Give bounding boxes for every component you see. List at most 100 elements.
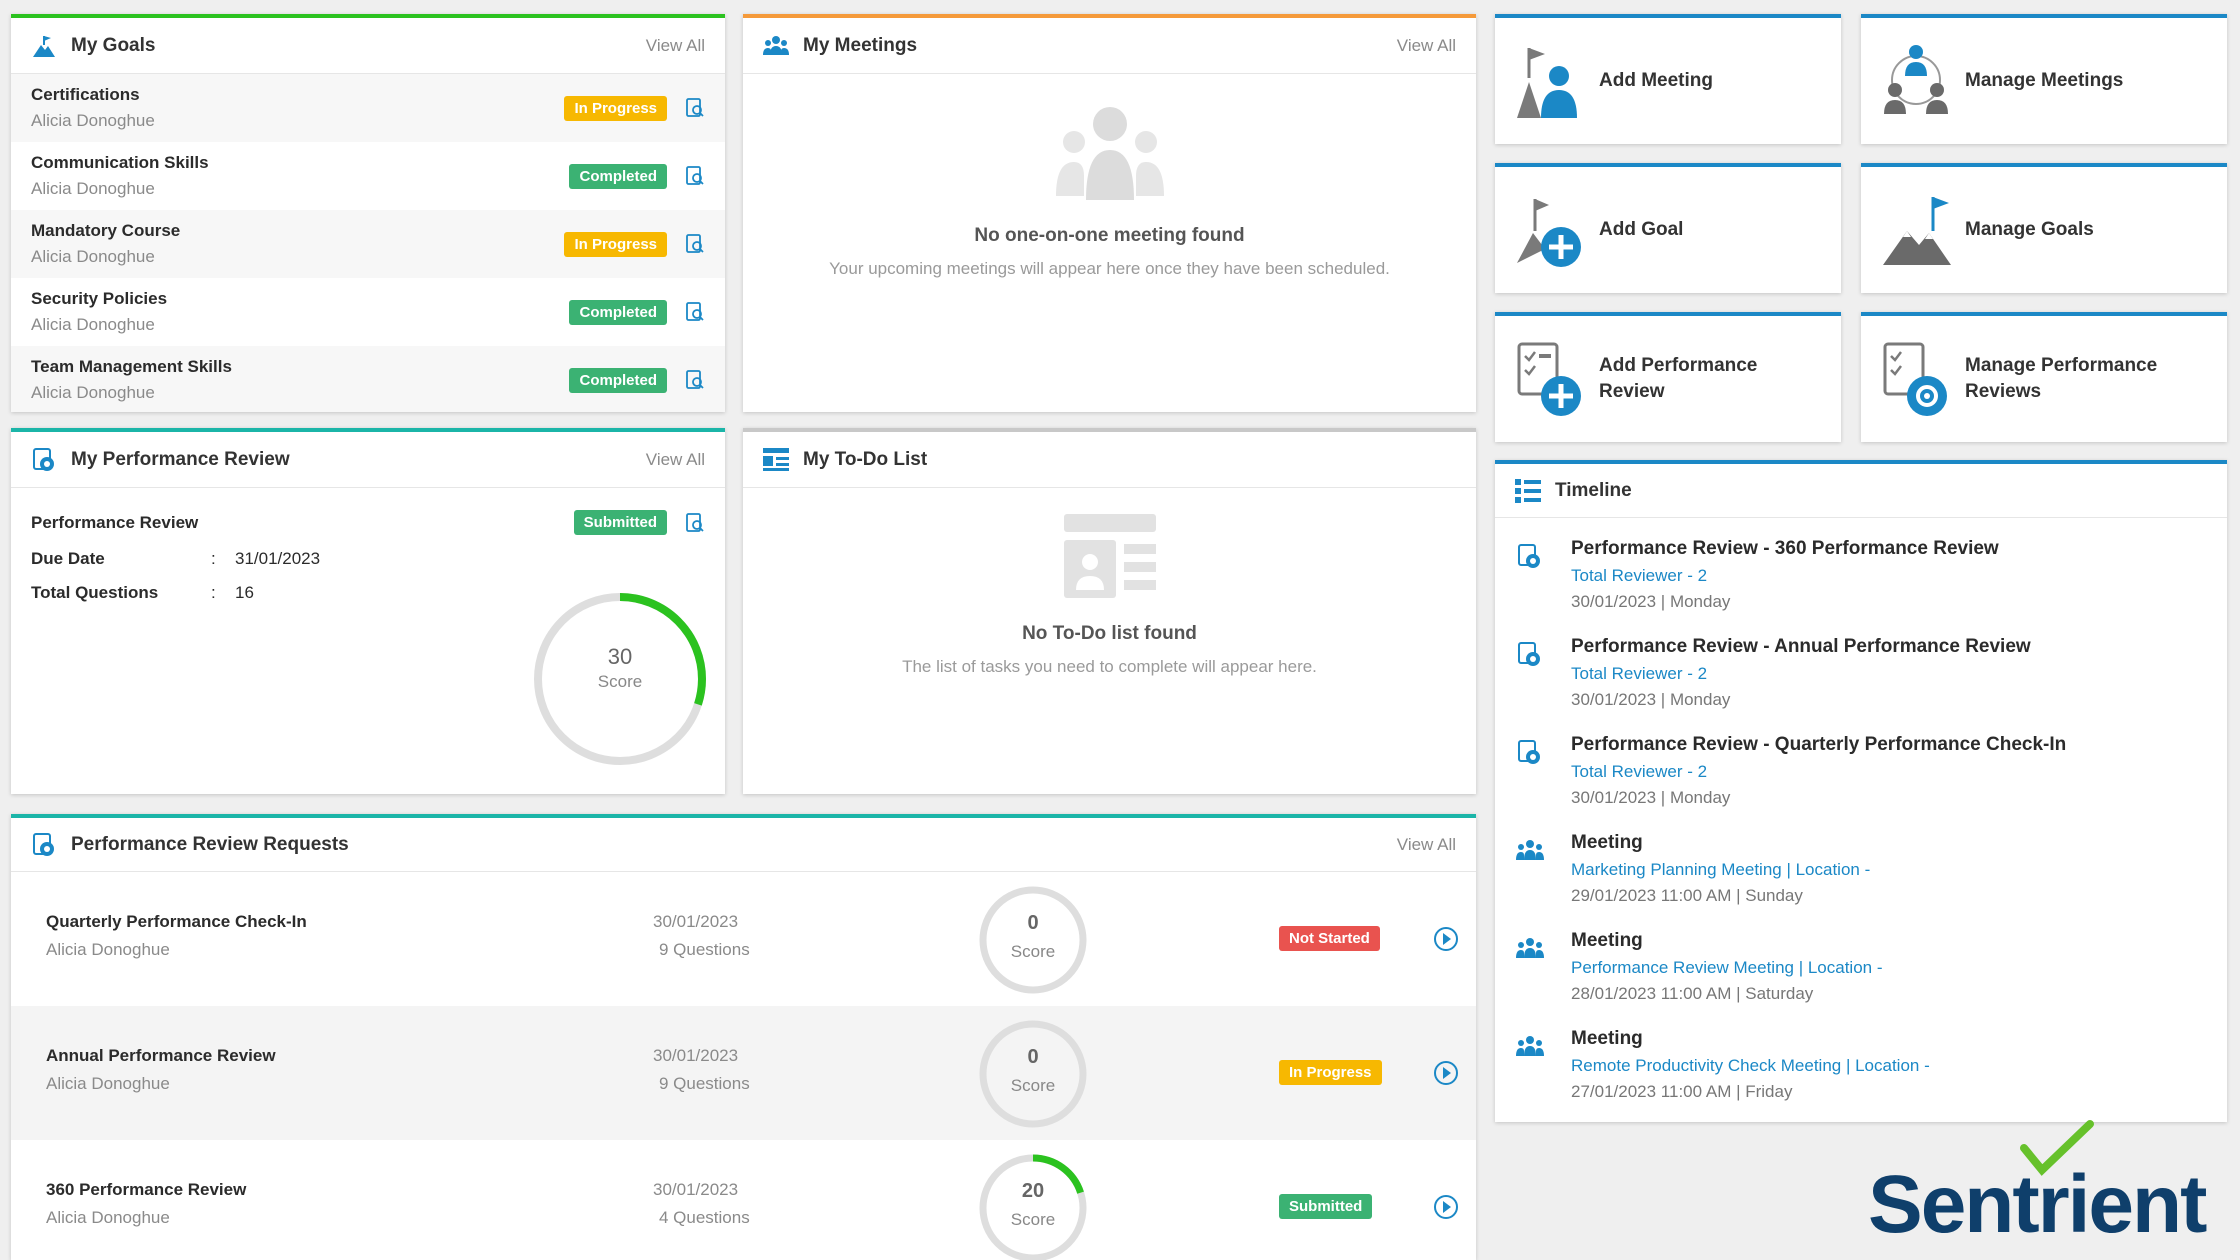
timeline-item-date: 30/01/2023 | Monday <box>1571 592 1731 611</box>
todo-empty-subtitle: The list of tasks you need to complete w… <box>902 657 1317 676</box>
manage-reviews-icon <box>1883 342 1947 416</box>
goal-row[interactable]: Team Management Skills Alicia Donoghue Com… <box>11 346 725 412</box>
goal-name: Communication Skills <box>31 153 209 172</box>
review-doc-icon <box>31 447 57 473</box>
manage-meetings-tile[interactable]: Manage Meetings <box>1861 14 2227 144</box>
request-owner: Alicia Donoghue <box>46 940 170 959</box>
due-date-row: Due Date : 31/01/2023 <box>31 549 705 569</box>
review-doc-icon <box>1518 642 1540 666</box>
timeline-item: Meeting Performance Review Meeting | Loca… <box>1495 930 2227 1028</box>
add-performance-review-tile[interactable]: Add Performance Review <box>1495 312 1841 442</box>
meetings-view-all-link[interactable]: View All <box>1397 36 1456 56</box>
manage-meetings-icon <box>1884 45 1948 114</box>
my-performance-review-header: My Performance Review View All <box>11 432 725 488</box>
review-score-label: Score <box>597 672 643 691</box>
add-goal-icon <box>1517 199 1581 267</box>
timeline-item-date: 30/01/2023 | Monday <box>1571 690 1731 709</box>
review-score-value: 30 <box>607 644 633 669</box>
review-requests-header: Performance Review Requests View All <box>11 818 1476 872</box>
due-date-label: Due Date <box>31 549 105 568</box>
timeline-item-link[interactable]: Remote Productivity Check Meeting | Loca… <box>1571 1056 1930 1076</box>
timeline-item-date: 28/01/2023 11:00 AM | Saturday <box>1571 984 1814 1003</box>
timeline-item-title: Performance Review - 360 Performance Rev… <box>1571 538 1999 559</box>
add-meeting-tile[interactable]: Add Meeting <box>1495 14 1841 144</box>
request-name: Quarterly Performance Check-In <box>46 912 307 931</box>
view-review-icon[interactable] <box>685 512 705 534</box>
manage-goals-tile[interactable]: Manage Goals <box>1861 163 2227 293</box>
timeline-item-link[interactable]: Total Reviewer - 2 <box>1571 566 1999 586</box>
timeline-list: Performance Review - 360 Performance Rev… <box>1495 518 2227 1122</box>
request-score-value: 0 <box>1027 912 1039 934</box>
meetings-empty-state: No one-on-one meeting found Your upcomin… <box>743 74 1476 279</box>
request-questions: 9 Questions <box>659 1074 750 1093</box>
timeline-item-link[interactable]: Total Reviewer - 2 <box>1571 664 2031 684</box>
add-performance-review-label: Add Performance Review <box>1599 353 1757 405</box>
add-goal-tile[interactable]: Add Goal <box>1495 163 1841 293</box>
goal-row[interactable]: Certifications Alicia Donoghue In Progress <box>11 74 725 142</box>
goal-row[interactable]: Security Policies Alicia Donoghue Complete… <box>11 278 725 346</box>
goal-info: Mandatory Course Alicia Donoghue <box>31 221 564 267</box>
timeline-item-content: Meeting Remote Productivity Check Meeting… <box>1571 1028 1930 1122</box>
review-view-all-link[interactable]: View All <box>646 450 705 470</box>
open-request-icon[interactable] <box>1433 926 1459 952</box>
goals-view-all-link[interactable]: View All <box>646 36 705 56</box>
meetings-empty-title: No one-on-one meeting found <box>974 225 1245 246</box>
meeting-people-icon <box>1516 840 1544 860</box>
timeline-item-title: Meeting <box>1571 930 1643 951</box>
request-date: 30/01/2023 <box>653 912 739 931</box>
timeline-item: Performance Review - Annual Performance … <box>1495 636 2227 734</box>
timeline-card: Timeline Performance Review - 360 Perfor… <box>1495 460 2227 1122</box>
add-goal-label: Add Goal <box>1599 219 1684 240</box>
meeting-people-icon <box>1516 938 1544 958</box>
review-doc-icon <box>1518 740 1540 764</box>
my-performance-review-title: My Performance Review <box>71 448 290 470</box>
timeline-item-link[interactable]: Total Reviewer - 2 <box>1571 762 2066 782</box>
todo-list-icon <box>763 447 789 473</box>
view-goal-icon[interactable] <box>685 165 705 187</box>
due-date-value: 31/01/2023 <box>235 549 321 568</box>
performance-review-name: Performance Review <box>31 512 199 532</box>
timeline-item-link[interactable]: Marketing Planning Meeting | Location - <box>1571 860 1870 880</box>
open-request-icon[interactable] <box>1433 1060 1459 1086</box>
review-requests-icon <box>31 832 57 858</box>
timeline-item-title: Performance Review - Quarterly Performan… <box>1571 734 2067 755</box>
timeline-item-content: Meeting Performance Review Meeting | Loca… <box>1571 930 1883 1028</box>
manage-reviews-label-line1: Manage Performance <box>1965 355 2158 376</box>
my-goals-title: My Goals <box>71 34 156 56</box>
my-todo-header: My To-Do List <box>743 432 1476 488</box>
goal-status-badge: In Progress <box>564 231 667 257</box>
view-goal-icon[interactable] <box>685 301 705 323</box>
timeline-item-link[interactable]: Performance Review Meeting | Location - <box>1571 958 1883 978</box>
my-goals-card: My Goals View All Certifications Alicia D… <box>11 14 725 412</box>
request-score-ring: 0 Score <box>977 1018 1089 1130</box>
request-score-ring: 0 Score <box>977 884 1089 996</box>
requests-view-all-link[interactable]: View All <box>1397 835 1456 855</box>
goal-name: Security Policies <box>31 289 168 308</box>
timeline-item-date: 30/01/2023 | Monday <box>1571 788 1731 807</box>
goal-owner: Alicia Donoghue <box>31 315 155 334</box>
request-row: Quarterly Performance Check-In Alicia Don… <box>11 872 1476 1006</box>
goal-info: Communication Skills Alicia Donoghue <box>31 153 569 199</box>
request-row: Annual Performance Review Alicia Donoghue… <box>11 1006 1476 1140</box>
goal-row[interactable]: Communication Skills Alicia Donoghue Compl… <box>11 142 725 210</box>
goal-name: Certifications <box>31 85 140 104</box>
request-score-label: Score <box>1010 942 1056 961</box>
review-doc-icon <box>1518 544 1540 568</box>
view-goal-icon[interactable] <box>685 233 705 255</box>
timeline-item-content: Meeting Marketing Planning Meeting | Loca… <box>1571 832 1870 930</box>
view-goal-icon[interactable] <box>685 97 705 119</box>
my-meetings-card: My Meetings View All No one-on-one meeti… <box>743 14 1476 412</box>
my-todo-title: My To-Do List <box>803 448 928 470</box>
goal-info: Security Policies Alicia Donoghue <box>31 289 569 335</box>
goal-row[interactable]: Mandatory Course Alicia Donoghue In Progre… <box>11 210 725 278</box>
manage-performance-reviews-tile[interactable]: Manage Performance Reviews <box>1861 312 2227 442</box>
goal-mountain-icon <box>31 33 57 59</box>
request-name: Annual Performance Review <box>46 1046 276 1065</box>
request-status-badge: In Progress <box>1279 1060 1382 1085</box>
open-request-icon[interactable] <box>1433 1194 1459 1220</box>
view-goal-icon[interactable] <box>685 369 705 391</box>
timeline-item: Meeting Remote Productivity Check Meeting… <box>1495 1028 2227 1122</box>
total-questions-colon: : <box>211 583 216 602</box>
manage-meetings-label: Manage Meetings <box>1965 70 2124 91</box>
todo-placeholder-icon <box>1063 514 1156 598</box>
